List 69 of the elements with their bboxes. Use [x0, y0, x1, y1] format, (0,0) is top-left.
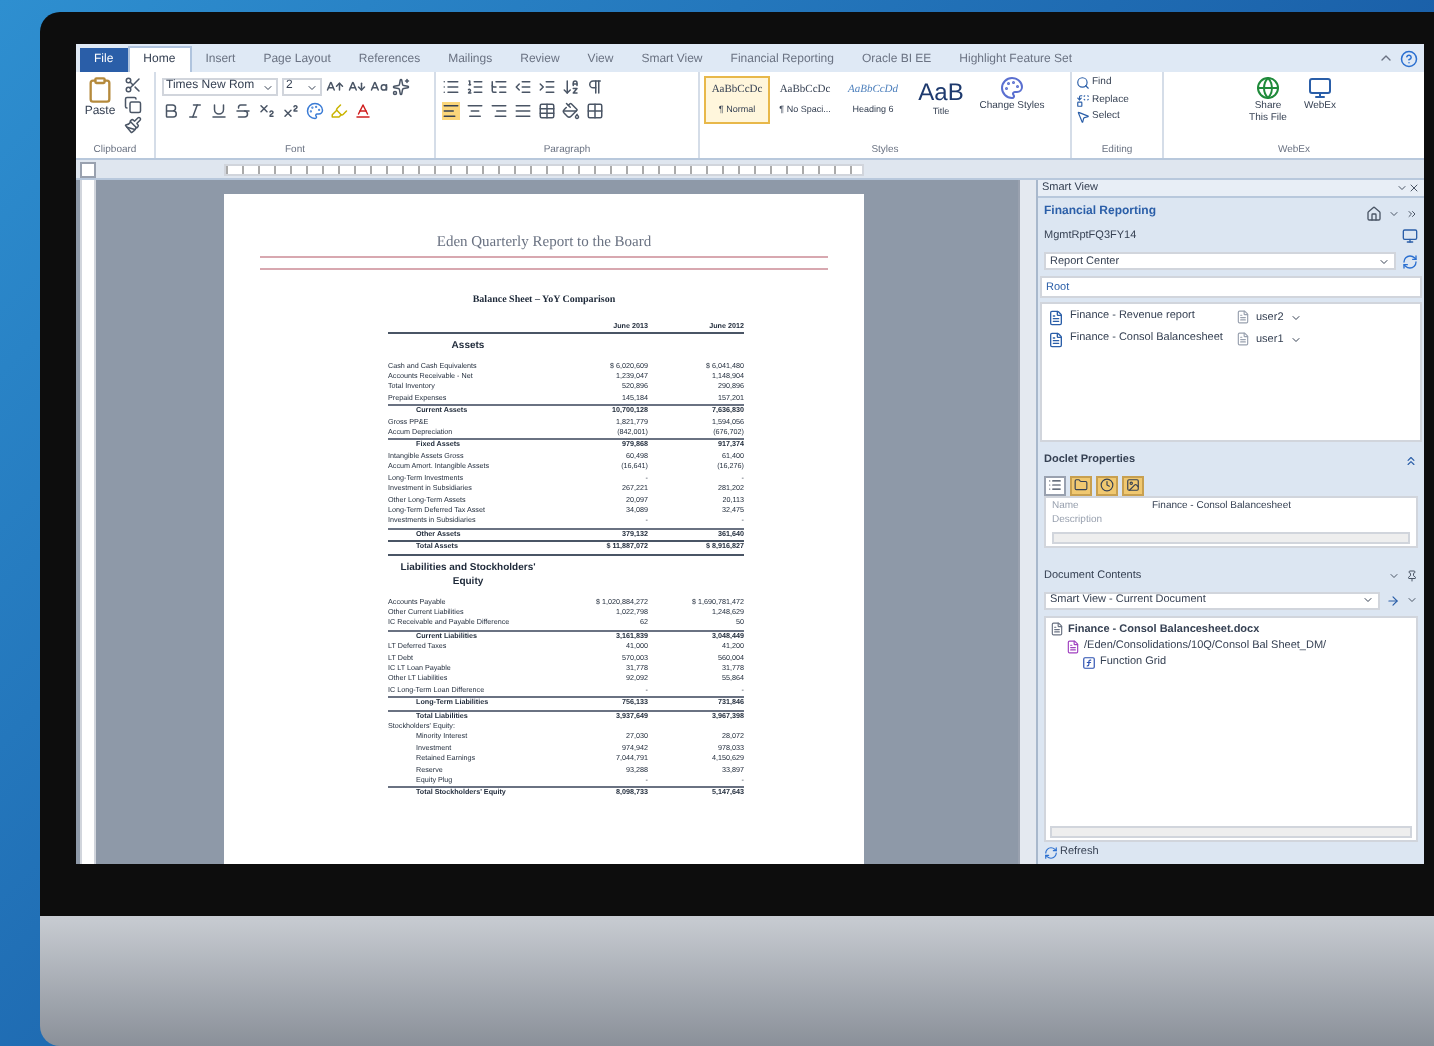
expand-icon[interactable] [1406, 207, 1418, 219]
properties-tab[interactable] [1070, 475, 1092, 495]
minimize-ribbon-icon[interactable] [1378, 50, 1394, 66]
grow-font-icon[interactable] [326, 78, 344, 96]
owner-icon [1236, 331, 1250, 345]
align-left-button[interactable] [442, 102, 460, 120]
strikethrough-icon[interactable] [234, 102, 252, 120]
pin-icon[interactable] [1406, 569, 1418, 582]
copy-icon[interactable] [124, 96, 142, 114]
caret-icon [1378, 255, 1390, 268]
monitor-icon [1308, 76, 1332, 100]
clock-icon [1100, 478, 1114, 492]
document-icon [1050, 622, 1064, 637]
sort-icon[interactable] [562, 78, 580, 96]
align-left-icon [442, 102, 460, 120]
properties-tab[interactable] [1044, 475, 1066, 495]
numbering-icon[interactable] [466, 78, 484, 96]
underline-icon[interactable] [210, 102, 228, 120]
owner-icon [1236, 310, 1250, 325]
vertical-scrollbar[interactable] [1018, 180, 1036, 864]
shrink-font-icon[interactable] [348, 78, 366, 96]
search-icon [1076, 76, 1090, 91]
show-formatting-icon[interactable] [586, 78, 604, 96]
properties-tab[interactable] [1122, 475, 1144, 495]
pointer-icon [1076, 110, 1090, 125]
list-icon [1048, 478, 1062, 492]
globe-icon [1256, 76, 1280, 100]
align-right-icon[interactable] [490, 102, 508, 120]
clipboard-icon [86, 76, 114, 104]
caret-icon [1362, 594, 1374, 607]
shading-icon[interactable] [562, 102, 580, 120]
bullets-icon[interactable] [442, 78, 460, 96]
caret-icon [262, 81, 274, 93]
palette-icon [1000, 76, 1024, 100]
folder-icon [1074, 478, 1088, 492]
italic-icon[interactable] [186, 102, 204, 120]
help-icon[interactable] [1400, 49, 1418, 67]
report-icon [1048, 310, 1064, 327]
caret-icon [306, 81, 318, 93]
horizontal-scrollbar[interactable] [1050, 826, 1412, 838]
connection-icon[interactable] [1402, 228, 1418, 245]
horizontal-scrollbar[interactable] [1052, 531, 1410, 543]
refresh-icon[interactable] [1402, 253, 1418, 270]
home-icon[interactable] [1366, 205, 1382, 221]
report-icon [1066, 639, 1080, 654]
collapse-icon[interactable] [1404, 453, 1418, 468]
increase-indent-icon[interactable] [538, 78, 556, 96]
go-arrow-icon[interactable] [1386, 593, 1400, 608]
format-painter-icon[interactable] [124, 116, 142, 134]
align-center-icon[interactable] [466, 102, 484, 120]
change-case-icon[interactable] [370, 78, 388, 96]
superscript-icon[interactable] [282, 102, 300, 120]
borders-icon[interactable] [586, 102, 604, 120]
close-icon[interactable] [1408, 182, 1420, 194]
report-icon [1048, 331, 1064, 347]
clear-formatting-icon[interactable] [392, 78, 410, 96]
function-icon [1082, 655, 1096, 670]
image-icon [1126, 478, 1140, 492]
multilevel-list-icon[interactable] [490, 78, 508, 96]
refresh-icon [1044, 846, 1058, 860]
decrease-indent-icon[interactable] [514, 78, 532, 96]
font-color-icon[interactable] [354, 102, 372, 120]
subscript-icon[interactable] [258, 102, 276, 120]
properties-tab[interactable] [1096, 475, 1118, 495]
text-effects-icon[interactable] [306, 102, 324, 120]
bold-icon[interactable] [162, 102, 180, 120]
cut-icon[interactable] [124, 76, 142, 94]
ruler-corner[interactable] [80, 161, 96, 177]
justify-icon[interactable] [514, 102, 532, 120]
